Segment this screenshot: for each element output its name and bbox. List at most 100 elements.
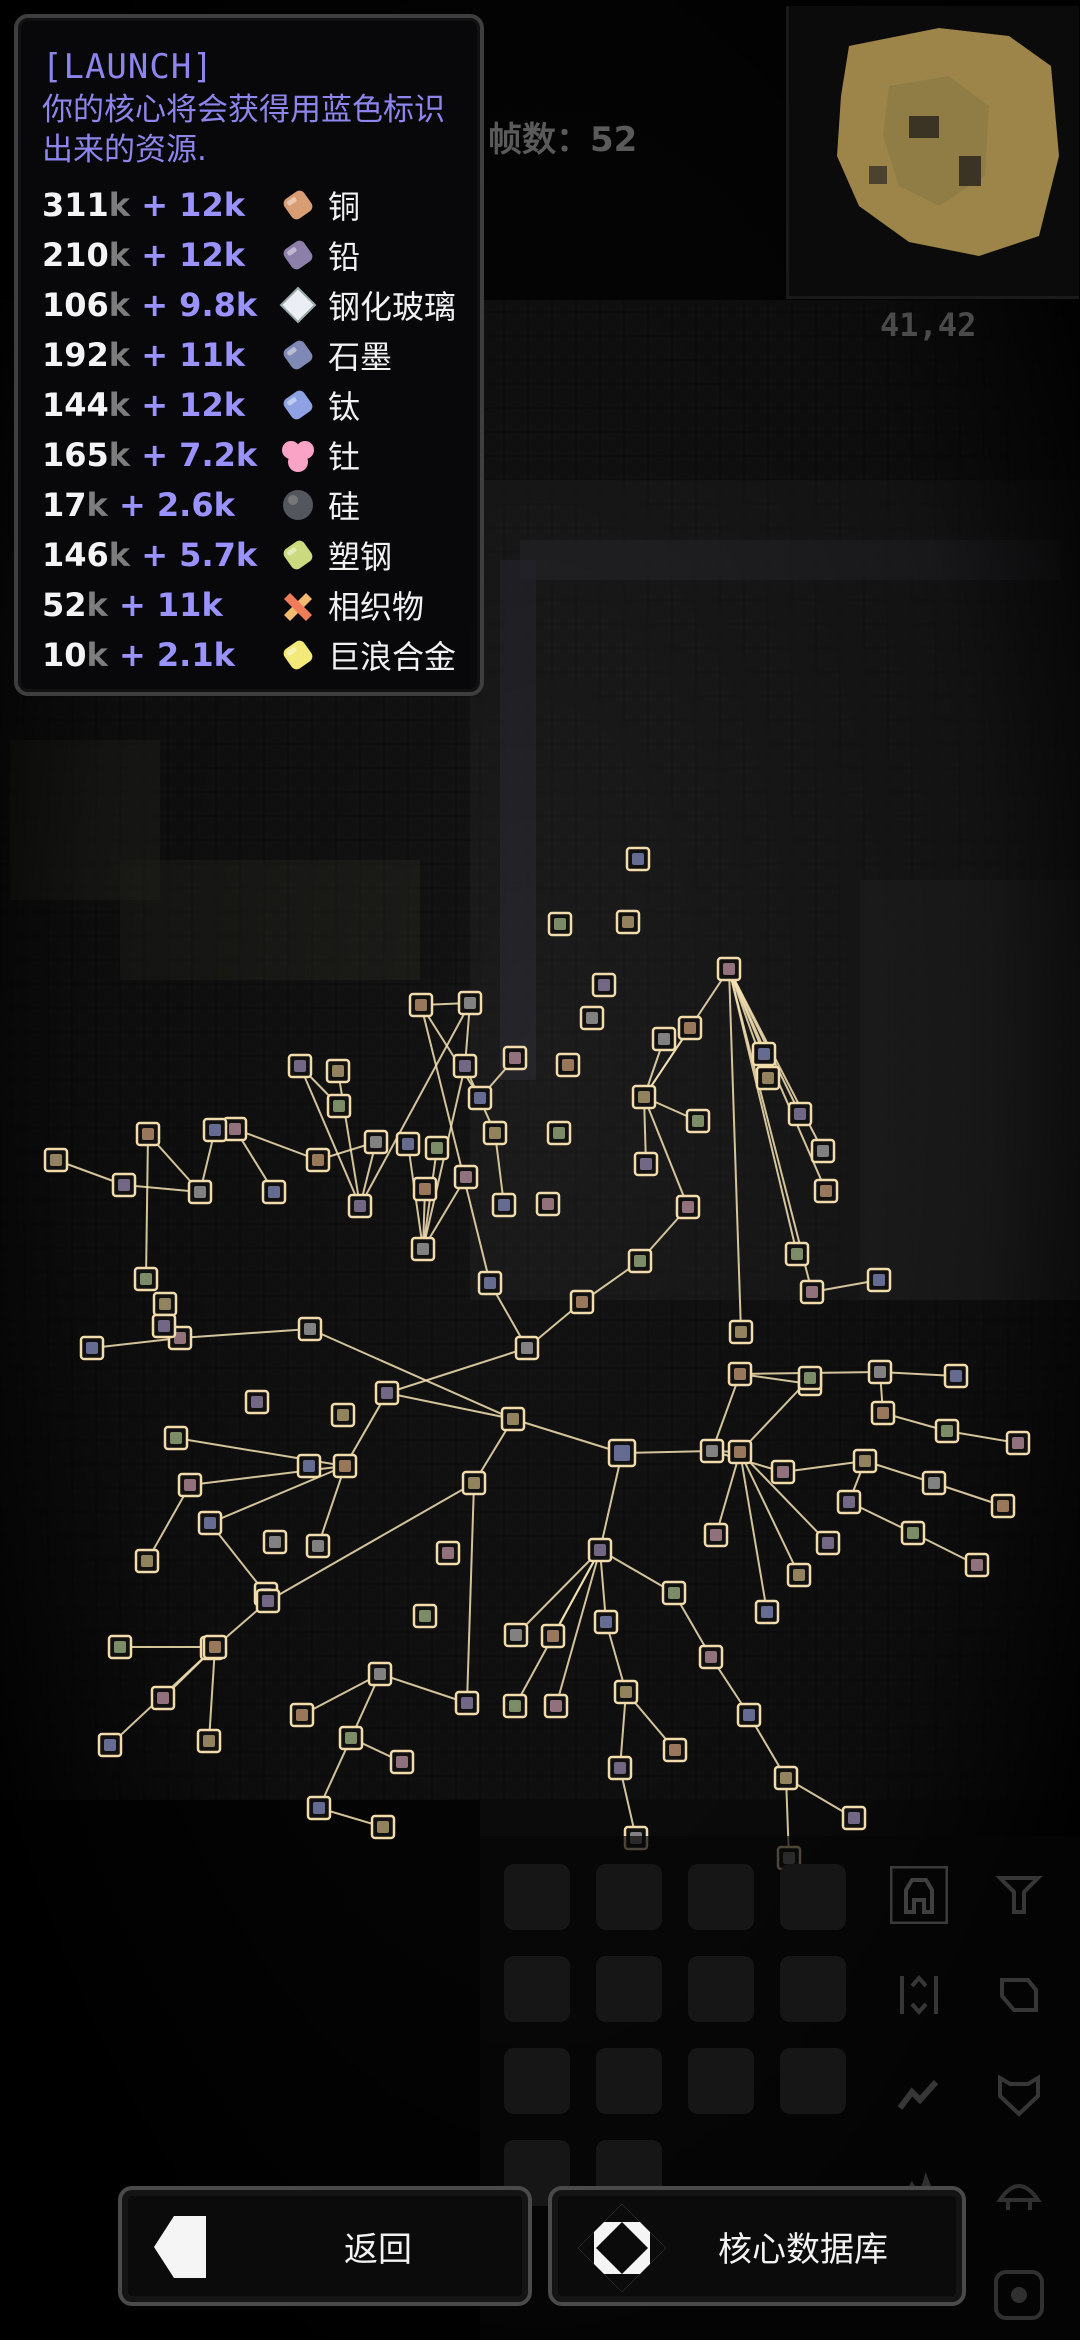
tech-node[interactable] <box>625 846 651 872</box>
tech-node[interactable] <box>1005 1430 1031 1456</box>
tech-node[interactable] <box>627 1248 653 1274</box>
tech-node[interactable] <box>467 1085 493 1111</box>
tech-node[interactable] <box>699 1438 725 1464</box>
tech-node[interactable] <box>502 1045 528 1071</box>
tech-node[interactable] <box>374 1380 400 1406</box>
core-database-button[interactable]: 核心数据库 <box>548 2186 966 2306</box>
block-slot[interactable] <box>504 2048 570 2114</box>
tech-node[interactable] <box>703 1522 729 1548</box>
tech-node[interactable] <box>787 1101 813 1127</box>
back-button[interactable]: 返回 <box>118 2186 532 2306</box>
tech-node[interactable] <box>569 1289 595 1315</box>
block-slot[interactable] <box>596 1864 662 1930</box>
tech-node[interactable] <box>202 1634 228 1660</box>
tech-node[interactable] <box>197 1510 223 1536</box>
tech-node[interactable] <box>424 1135 450 1161</box>
tech-node[interactable] <box>852 1448 878 1474</box>
tech-node[interactable] <box>111 1172 137 1198</box>
tech-node[interactable] <box>151 1313 177 1339</box>
tech-node[interactable] <box>222 1116 248 1142</box>
tech-node[interactable] <box>202 1117 228 1143</box>
tech-node[interactable] <box>412 1603 438 1629</box>
tech-node[interactable] <box>244 1389 270 1415</box>
tech-node[interactable] <box>177 1472 203 1498</box>
tech-node[interactable] <box>435 1540 461 1566</box>
tech-node[interactable] <box>514 1335 540 1361</box>
tech-node[interactable] <box>347 1193 373 1219</box>
tech-node[interactable] <box>934 1418 960 1444</box>
tech-node[interactable] <box>133 1266 159 1292</box>
minimap[interactable] <box>786 6 1079 299</box>
block-slot[interactable] <box>688 1864 754 1930</box>
tech-node[interactable] <box>134 1548 160 1574</box>
tech-node[interactable] <box>786 1562 812 1588</box>
tech-node[interactable] <box>325 1058 351 1084</box>
tech-node[interactable] <box>607 1438 637 1468</box>
tech-node[interactable] <box>305 1147 331 1173</box>
tech-node[interactable] <box>107 1634 133 1660</box>
tech-node[interactable] <box>363 1129 389 1155</box>
tech-node[interactable] <box>633 1151 659 1177</box>
tech-node[interactable] <box>727 1439 753 1465</box>
block-slot[interactable] <box>780 1956 846 2022</box>
tech-node[interactable] <box>870 1400 896 1426</box>
tech-node[interactable] <box>395 1131 421 1157</box>
block-slot[interactable] <box>596 2048 662 2114</box>
tech-node[interactable] <box>477 1270 503 1296</box>
tech-node[interactable] <box>389 1749 415 1775</box>
block-slot[interactable] <box>596 1956 662 2022</box>
tech-node[interactable] <box>841 1805 867 1831</box>
tech-node[interactable] <box>815 1530 841 1556</box>
tech-node[interactable] <box>797 1365 823 1391</box>
block-slot[interactable] <box>780 2048 846 2114</box>
tech-node[interactable] <box>813 1178 839 1204</box>
tech-node[interactable] <box>43 1147 69 1173</box>
tech-node[interactable] <box>810 1138 836 1164</box>
tech-node[interactable] <box>410 1236 436 1262</box>
units-category-icon[interactable] <box>990 2166 1048 2224</box>
distribution-category-icon[interactable] <box>890 1966 948 2024</box>
tech-node[interactable] <box>543 1693 569 1719</box>
tech-node[interactable] <box>452 1053 478 1079</box>
tech-node[interactable] <box>297 1316 323 1342</box>
tech-node[interactable] <box>482 1120 508 1146</box>
tech-node[interactable] <box>736 1702 762 1728</box>
tech-node[interactable] <box>296 1453 322 1479</box>
tech-node[interactable] <box>261 1179 287 1205</box>
tech-node[interactable] <box>546 1120 572 1146</box>
tech-node[interactable] <box>408 992 434 1018</box>
tech-node[interactable] <box>799 1279 825 1305</box>
tech-node[interactable] <box>453 1164 479 1190</box>
tech-node[interactable] <box>661 1580 687 1606</box>
tech-node[interactable] <box>503 1622 529 1648</box>
tech-node[interactable] <box>97 1732 123 1758</box>
block-slot[interactable] <box>688 2048 754 2114</box>
tech-node[interactable] <box>502 1693 528 1719</box>
tech-node[interactable] <box>751 1041 777 1067</box>
liquid-category-icon[interactable] <box>990 1966 1048 2024</box>
tech-node[interactable] <box>662 1737 688 1763</box>
tech-node[interactable] <box>454 1690 480 1716</box>
tech-node[interactable] <box>607 1755 633 1781</box>
production-category-icon[interactable] <box>990 1866 1048 1924</box>
tech-node[interactable] <box>187 1179 213 1205</box>
tech-node[interactable] <box>943 1363 969 1389</box>
tech-node[interactable] <box>330 1402 356 1428</box>
tech-node[interactable] <box>867 1359 893 1385</box>
tech-node[interactable] <box>150 1685 176 1711</box>
tech-node[interactable] <box>287 1053 313 1079</box>
tech-node[interactable] <box>593 1609 619 1635</box>
tech-node[interactable] <box>773 1765 799 1791</box>
tech-node[interactable] <box>698 1644 724 1670</box>
tech-node[interactable] <box>196 1728 222 1754</box>
power-category-icon[interactable] <box>890 2066 948 2124</box>
tech-node[interactable] <box>990 1493 1016 1519</box>
defense-category-icon[interactable] <box>990 2066 1048 2124</box>
tech-node[interactable] <box>716 956 742 982</box>
tech-node[interactable] <box>555 1052 581 1078</box>
tech-node[interactable] <box>677 1015 703 1041</box>
tech-node[interactable] <box>613 1679 639 1705</box>
tech-node[interactable] <box>900 1520 926 1546</box>
tech-node[interactable] <box>587 1537 613 1563</box>
tech-node[interactable] <box>367 1661 393 1687</box>
